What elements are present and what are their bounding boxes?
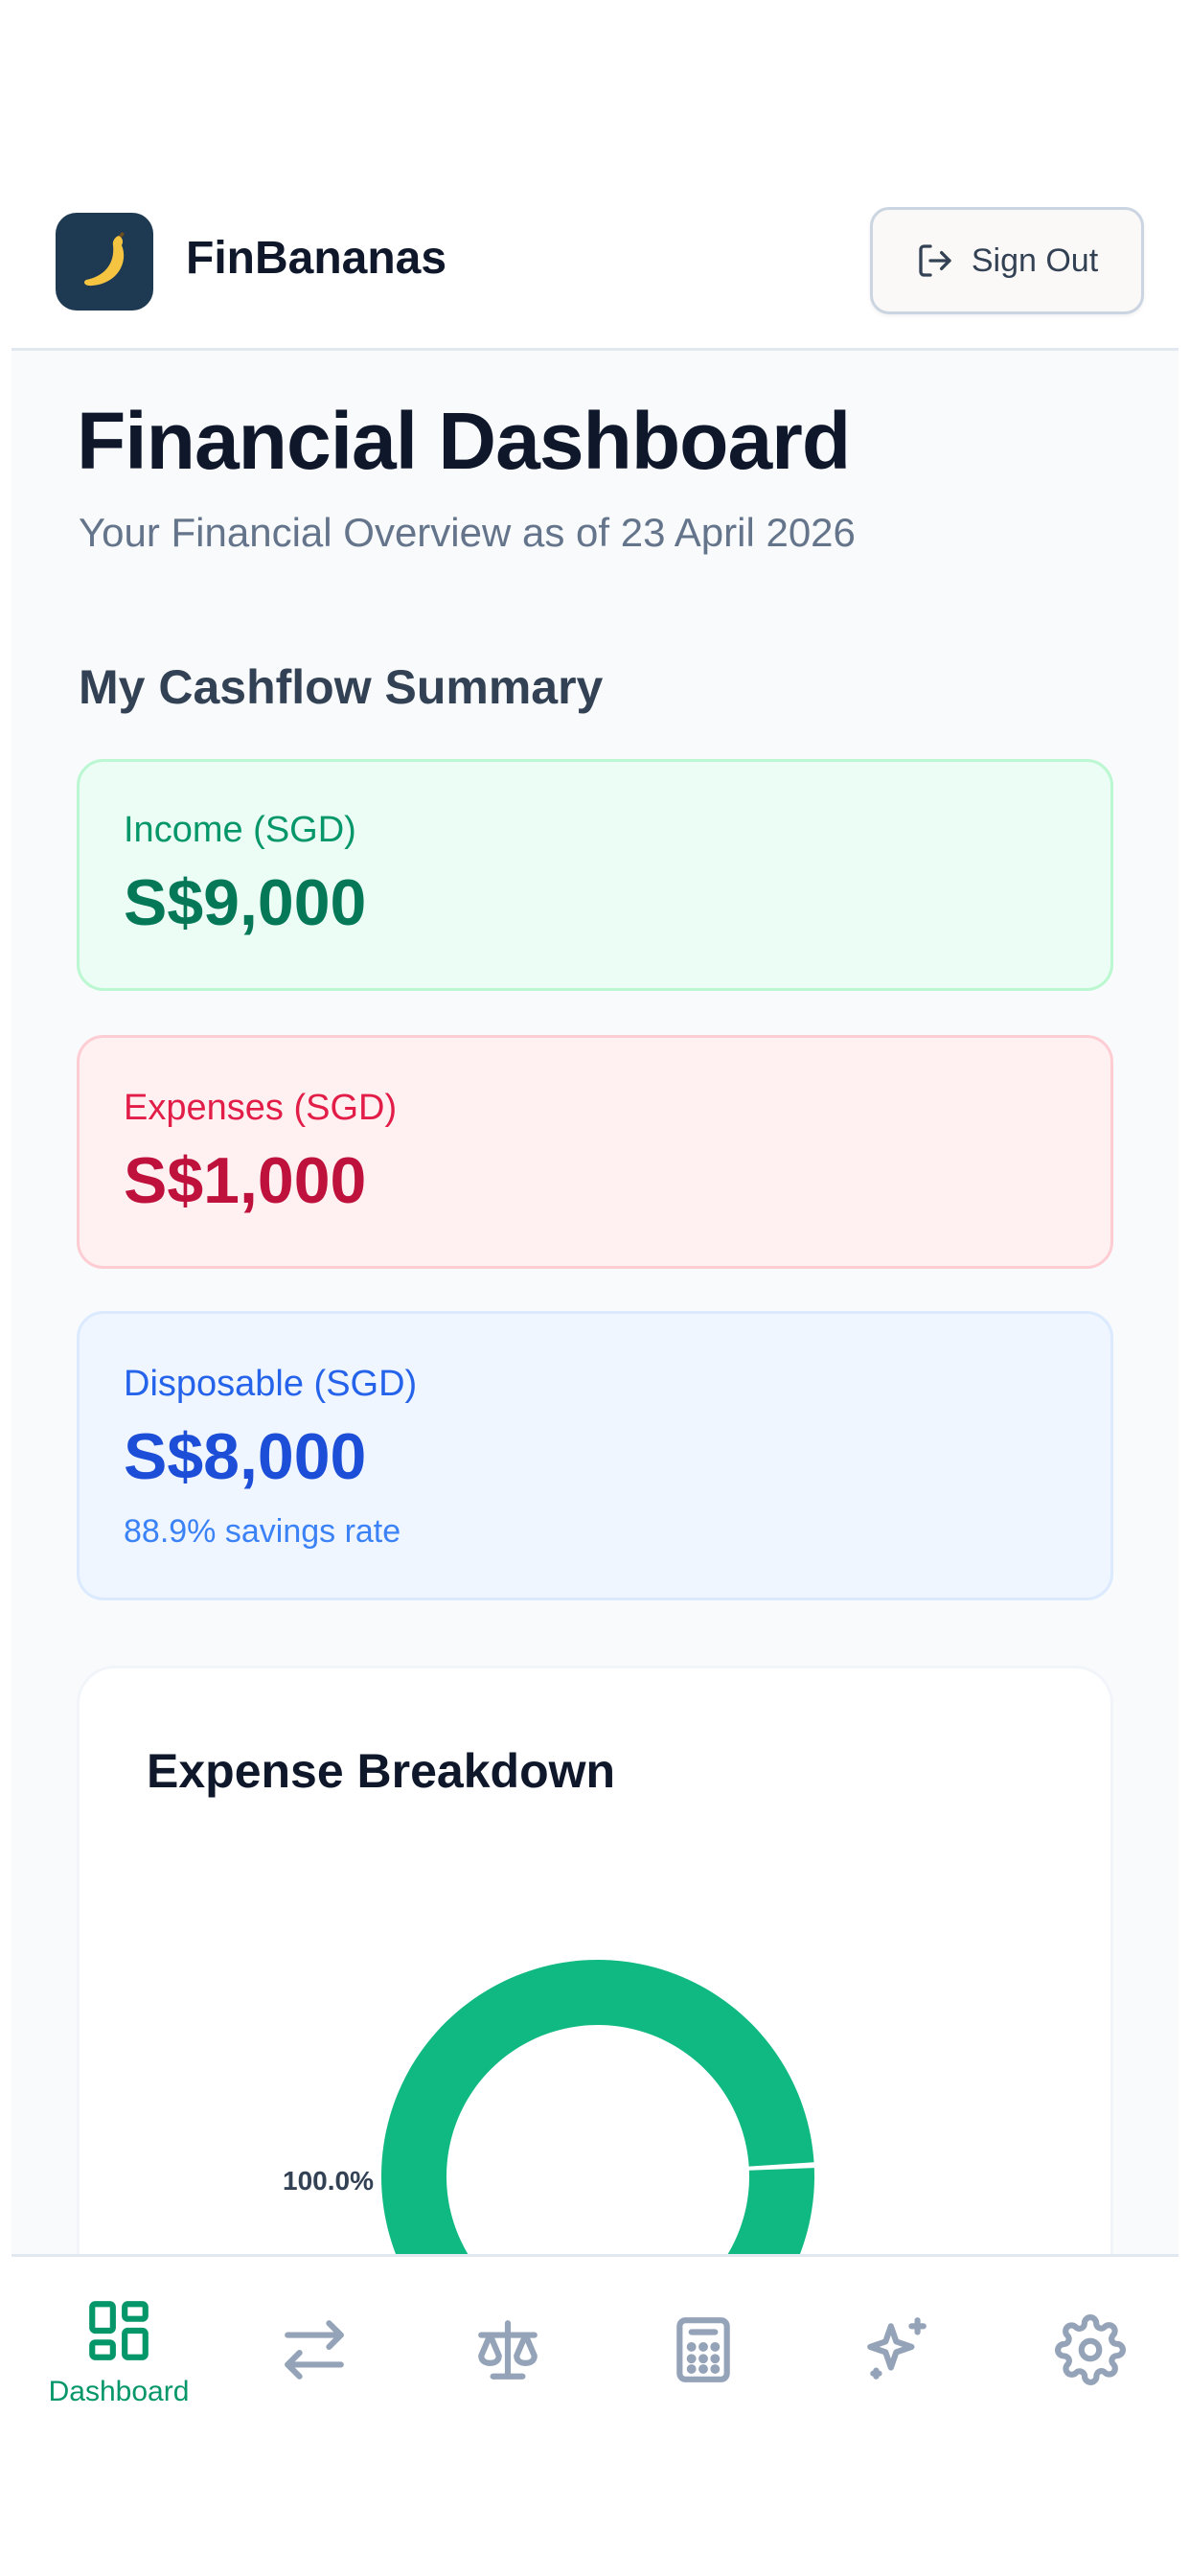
gear-icon [1055, 2314, 1126, 2385]
expenses-label: Expenses (SGD) [124, 1088, 398, 1128]
calculator-icon [676, 2317, 730, 2382]
banana-icon [84, 232, 125, 287]
sign-out-label: Sign Out [971, 242, 1099, 279]
expense-donut-chart: 100.0% [283, 1960, 814, 2254]
income-label: Income (SGD) [124, 810, 356, 850]
brand-name: FinBananas [186, 233, 447, 284]
donut-slice-label: 100.0% [283, 2166, 374, 2196]
app-logo [56, 213, 153, 310]
expenses-card: Expenses (SGD) S$1,000 [77, 1035, 1113, 1269]
nav-item-insights[interactable] [811, 2314, 983, 2449]
app-screen: FinBananas Sign Out Financial Dashboard … [0, 0, 1190, 2576]
savings-rate: 88.9% savings rate [124, 1513, 401, 1550]
disposable-card: Disposable (SGD) S$8,000 88.9% savings r… [77, 1311, 1113, 1600]
disposable-value: S$8,000 [124, 1420, 367, 1493]
nav-item-calculator[interactable] [617, 2314, 790, 2449]
nav-item-balance[interactable] [422, 2314, 594, 2449]
expenses-value: S$1,000 [124, 1144, 367, 1217]
page-subtitle: Your Financial Overview as of 23 April 2… [79, 510, 856, 555]
transfer-arrows-icon [285, 2320, 344, 2380]
main-content[interactable]: Financial Dashboard Your Financial Overv… [11, 351, 1179, 2254]
sparkles-icon [867, 2317, 927, 2380]
scale-icon [478, 2320, 538, 2380]
grid-icon [89, 2301, 149, 2360]
donut-slice[interactable] [381, 1960, 814, 2254]
app-header: FinBananas Sign Out [11, 182, 1179, 351]
disposable-label: Disposable (SGD) [124, 1364, 418, 1404]
income-value: S$9,000 [124, 866, 367, 939]
sign-out-icon [919, 244, 951, 277]
nav-label-dashboard: Dashboard [48, 2376, 190, 2407]
sign-out-button[interactable]: Sign Out [870, 207, 1144, 314]
nav-item-dashboard[interactable]: Dashboard [33, 2295, 205, 2429]
nav-item-transactions[interactable] [228, 2314, 400, 2449]
income-card: Income (SGD) S$9,000 [77, 759, 1113, 991]
cashflow-section-title: My Cashflow Summary [79, 660, 604, 714]
page-title: Financial Dashboard [77, 396, 851, 486]
bottom-nav: Dashboard [11, 2254, 1179, 2576]
nav-item-settings[interactable] [1004, 2314, 1177, 2449]
expense-breakdown-card: Expense Breakdown 100.0% [77, 1666, 1113, 2254]
